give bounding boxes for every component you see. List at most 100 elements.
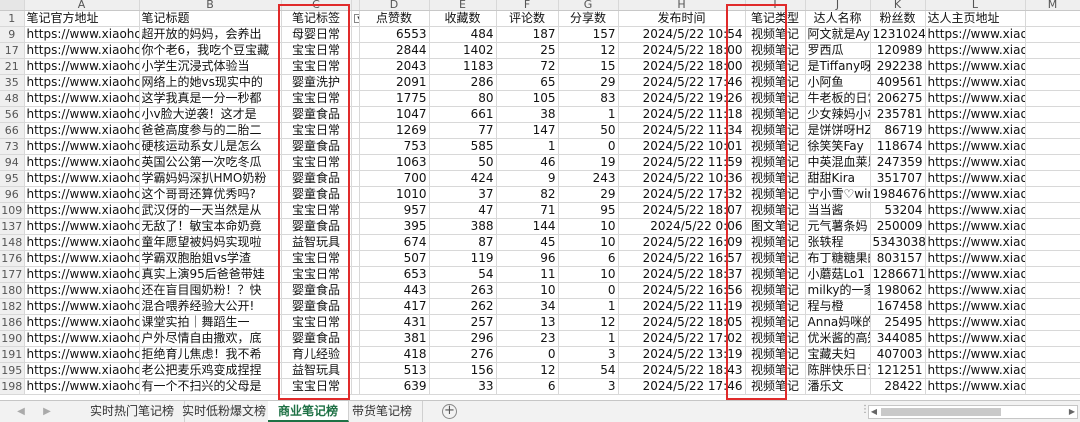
cell-comments[interactable]: 11: [496, 266, 559, 283]
cell-comments[interactable]: 0: [496, 346, 559, 363]
cell-note-type[interactable]: 视频笔记: [745, 298, 806, 315]
cell-note-type[interactable]: 图文笔记: [745, 218, 806, 235]
cell-empty[interactable]: [1025, 298, 1080, 315]
cell-note-url[interactable]: https://www.xiaohong: [24, 282, 140, 299]
table-row[interactable]: 182https://www.xiaohong混合喂养经验大公开!婴童食品417…: [0, 298, 1080, 315]
cell-creator-name[interactable]: 是Tiffany呀: [805, 58, 871, 75]
cell-creator-name[interactable]: 是饼饼呀HZ: [805, 122, 871, 139]
cell-note-tag[interactable]: 宝宝日常: [281, 154, 352, 171]
cell-empty[interactable]: [1025, 250, 1080, 267]
cell-saves[interactable]: 47: [429, 202, 497, 219]
cell-note-tag[interactable]: 宝宝日常: [281, 90, 352, 107]
cell-publish-time[interactable]: 2024/5/22 11:34: [618, 122, 746, 139]
row-number[interactable]: 95: [0, 170, 25, 187]
cell-note-title[interactable]: 这个哥哥还算优秀吗?: [139, 186, 282, 203]
cell-empty[interactable]: [1025, 154, 1080, 171]
table-row[interactable]: 137https://www.xiaohong无敌了！敏宝本命奶竟婴童食品395…: [0, 218, 1080, 235]
cell-shares[interactable]: 10: [558, 266, 619, 283]
cell-followers[interactable]: 198062: [870, 282, 926, 299]
cell-publish-time[interactable]: 2024/5/22 16:56: [618, 282, 746, 299]
cell-shares[interactable]: 0: [558, 282, 619, 299]
table-row[interactable]: 35https://www.xiaohong网络上的她vs现实中的婴童洗护209…: [0, 74, 1080, 91]
row-number[interactable]: 109: [0, 202, 25, 219]
cell-followers[interactable]: 5343038: [870, 234, 926, 251]
cell-saves[interactable]: 257: [429, 314, 497, 331]
cell-saves[interactable]: 263: [429, 282, 497, 299]
cell-publish-time[interactable]: 2024/5/22 18:00: [618, 58, 746, 75]
cell-note-title[interactable]: 还在盲目囤奶粉！？快: [139, 282, 282, 299]
cell-note-url[interactable]: https://www.xiaohong: [24, 218, 140, 235]
cell-shares[interactable]: 12: [558, 42, 619, 59]
cell-likes[interactable]: 639: [359, 378, 430, 395]
column-header-m[interactable]: M: [1025, 0, 1080, 11]
column-header-j[interactable]: J: [805, 0, 871, 11]
cell-followers[interactable]: 247359: [870, 154, 926, 171]
table-row[interactable]: 191https://www.xiaohong拒绝育儿焦虑！我不希育儿经验418…: [0, 346, 1080, 363]
plus-circle-icon[interactable]: +: [442, 404, 457, 419]
cell-comments[interactable]: 96: [496, 250, 559, 267]
column-header-a[interactable]: A: [24, 0, 140, 11]
table-row[interactable]: 109https://www.xiaohong武汉伢的一天当然是从宝宝日常957…: [0, 202, 1080, 219]
cell-likes[interactable]: 1010: [359, 186, 430, 203]
cell-shares[interactable]: 12: [558, 314, 619, 331]
cell-saves[interactable]: 262: [429, 298, 497, 315]
cell-shares[interactable]: 157: [558, 26, 619, 43]
cell-note-type[interactable]: 视频笔记: [745, 186, 806, 203]
cell-likes[interactable]: 6553: [359, 26, 430, 43]
cell-note-url[interactable]: https://www.xiaohong: [24, 314, 140, 331]
cell-note-type[interactable]: 视频笔记: [745, 90, 806, 107]
row-number[interactable]: 56: [0, 106, 25, 123]
cell-creator-url[interactable]: https://www.xiaohong: [925, 250, 1026, 267]
cell-empty[interactable]: [1025, 42, 1080, 59]
table-row[interactable]: 177https://www.xiaohong真实上演95后爸爸带娃宝宝日常65…: [0, 266, 1080, 283]
cell-shares[interactable]: 10: [558, 218, 619, 235]
cell-note-title[interactable]: 户外尽情自由撒欢，底: [139, 330, 282, 347]
table-row[interactable]: 180https://www.xiaohong还在盲目囤奶粉！？快婴童食品443…: [0, 282, 1080, 299]
cell-shares[interactable]: 1: [558, 106, 619, 123]
cell-note-url[interactable]: https://www.xiaohong: [24, 90, 140, 107]
cell-note-type[interactable]: 视频笔记: [745, 330, 806, 347]
cell-followers[interactable]: 120989: [870, 42, 926, 59]
cell-likes[interactable]: 507: [359, 250, 430, 267]
cell-note-tag[interactable]: 婴童食品: [281, 330, 352, 347]
row-number[interactable]: 35: [0, 74, 25, 91]
cell-followers[interactable]: 250009: [870, 218, 926, 235]
cell-publish-time[interactable]: 2024/5/22 18:43: [618, 362, 746, 379]
cell-creator-name[interactable]: 程与橙: [805, 298, 871, 315]
data-table[interactable]: ABCDEFGHIJKLM1笔记官方地址笔记标题笔记标签▾点赞数收藏数评论数分享…: [0, 0, 1080, 395]
cell-empty[interactable]: [1025, 106, 1080, 123]
row-number[interactable]: 66: [0, 122, 25, 139]
cell-note-title[interactable]: 有一个不扫兴的父母是: [139, 378, 282, 395]
table-row[interactable]: 176https://www.xiaohong学霸双胞胎姐vs学渣宝宝日常507…: [0, 250, 1080, 267]
cell-creator-url[interactable]: https://www.xiaohong: [925, 106, 1026, 123]
cell-empty[interactable]: [1025, 202, 1080, 219]
cell-comments[interactable]: 34: [496, 298, 559, 315]
cell-likes[interactable]: 443: [359, 282, 430, 299]
cell-note-title[interactable]: 老公把麦乐鸡变成捏捏: [139, 362, 282, 379]
cell-publish-time[interactable]: 2024/5/22 19:26: [618, 90, 746, 107]
row-number[interactable]: 198: [0, 378, 25, 395]
cell-creator-name[interactable]: 阿文就是Aya: [805, 26, 871, 43]
cell-publish-time[interactable]: 2024/5/22 11:59: [618, 154, 746, 171]
cell-note-tag[interactable]: 宝宝日常: [281, 378, 352, 395]
cell-creator-url[interactable]: https://www.xiaohong: [925, 378, 1026, 395]
cell-empty[interactable]: [1025, 90, 1080, 107]
table-row[interactable]: 186https://www.xiaohong课堂实拍｜舞蹈生一宝宝日常4312…: [0, 314, 1080, 331]
cell-saves[interactable]: 585: [429, 138, 497, 155]
cell-note-title[interactable]: 小v脸大逆袭！这才是: [139, 106, 282, 123]
cell-likes[interactable]: 674: [359, 234, 430, 251]
cell-note-tag[interactable]: 婴童食品: [281, 298, 352, 315]
row-number[interactable]: 73: [0, 138, 25, 155]
cell-note-title[interactable]: 爸爸高度参与的二胎二: [139, 122, 282, 139]
cell-likes[interactable]: 653: [359, 266, 430, 283]
cell-publish-time[interactable]: 2024/5/22 18:05: [618, 314, 746, 331]
table-row[interactable]: 9https://www.xiaohong超开放的妈妈，会养出母婴日常65534…: [0, 26, 1080, 43]
cell-comments[interactable]: 45: [496, 234, 559, 251]
cell-shares[interactable]: 3: [558, 378, 619, 395]
cell-shares[interactable]: 6: [558, 250, 619, 267]
cell-note-tag[interactable]: 宝宝日常: [281, 122, 352, 139]
cell-creator-url[interactable]: https://www.xiaohong: [925, 42, 1026, 59]
cell-followers[interactable]: 351707: [870, 170, 926, 187]
cell-followers[interactable]: 86719: [870, 122, 926, 139]
cell-note-title[interactable]: 小学生沉浸式体验当: [139, 58, 282, 75]
